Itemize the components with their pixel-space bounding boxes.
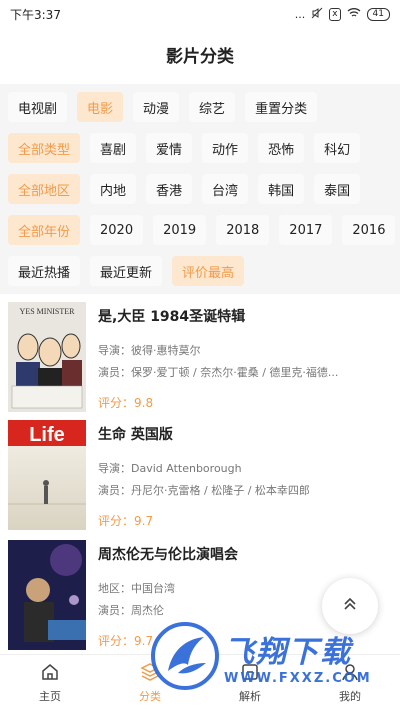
filter-row-category: 电视剧 电影 动漫 综艺 重置分类 — [0, 92, 400, 124]
home-icon — [40, 662, 60, 685]
movie-poster: YES MINISTER — [8, 302, 86, 412]
movie-item[interactable]: Life 生命 英国版 导演：David Attenborough 演员：丹尼尔… — [0, 420, 400, 538]
movie-item[interactable]: YES MINISTER 是,大臣 1984圣诞特辑 导演：彼得·惠特莫尔 演员… — [0, 302, 400, 420]
nav-label: 主页 — [39, 689, 61, 703]
filter-chip[interactable]: 最近更新 — [90, 256, 163, 286]
status-time: 下午3:37 — [10, 7, 61, 22]
filter-chip[interactable]: 电影 — [77, 92, 124, 122]
double-chevron-up-icon — [341, 595, 359, 617]
filter-row-region: 全部地区 内地 香港 台湾 韩国 泰国 — [0, 174, 400, 206]
filter-chip[interactable]: 2016 — [342, 215, 396, 245]
status-icons: ... x 41 — [295, 7, 390, 22]
filter-panel: 电视剧 电影 动漫 综艺 重置分类 全部类型 喜剧 爱情 动作 恐怖 科幻 全部地区 内地 香港 台湾韩… — [0, 84, 400, 294]
movie-director: 导演：David Attenborough — [98, 462, 242, 475]
watermark-url: WWW.FXXZ.COM — [224, 670, 372, 686]
movie-title: 生命 英国版 — [98, 427, 173, 443]
filter-chip[interactable]: 重置分类 — [245, 92, 318, 122]
movie-director: 导演：彼得·惠特莫尔 — [98, 344, 201, 357]
movie-cast: 演员：保罗·爱丁顿 / 奈杰尔·霍桑 / 德里克·福德... — [98, 366, 339, 379]
filter-chip[interactable]: 爱情 — [146, 133, 193, 163]
filter-row-genre: 全部类型 喜剧 爱情 动作 恐怖 科幻 — [0, 133, 400, 165]
movie-score: 评分：9.7 — [98, 634, 154, 648]
movie-title: 周杰伦无与伦比演唱会 — [98, 547, 238, 563]
filter-chip[interactable]: 全部类型 — [8, 133, 81, 163]
page-title: 影片分类 — [166, 46, 234, 67]
filter-chip[interactable]: 台湾 — [202, 174, 249, 204]
movie-title: 是,大臣 1984圣诞特辑 — [98, 309, 246, 325]
filter-chip[interactable]: 香港 — [146, 174, 193, 204]
filter-chip[interactable]: 评价最高 — [172, 256, 245, 286]
filter-chip[interactable]: 综艺 — [189, 92, 236, 122]
filter-chip[interactable]: 动作 — [202, 133, 249, 163]
filter-chip[interactable]: 动漫 — [133, 92, 180, 122]
poster-text: Life — [29, 424, 65, 446]
filter-chip[interactable]: 2018 — [216, 215, 270, 245]
filter-chip[interactable]: 韩国 — [258, 174, 305, 204]
watermark-logo-icon — [151, 622, 219, 690]
filter-chip[interactable]: 2017 — [279, 215, 333, 245]
nav-item-0[interactable]: 主页 — [0, 655, 100, 710]
movie-cast: 演员：丹尼尔·克雷格 / 松隆子 / 松本幸四郎 — [98, 484, 310, 497]
filter-chip[interactable]: 2020 — [90, 215, 144, 245]
mute-icon — [311, 7, 323, 22]
movie-score: 评分：9.7 — [98, 514, 154, 528]
filter-chip[interactable]: 内地 — [90, 174, 137, 204]
filter-chip[interactable]: 最近热播 — [8, 256, 81, 286]
filter-chip[interactable]: 全部地区 — [8, 174, 81, 204]
filter-chip[interactable]: 科幻 — [314, 133, 361, 163]
filter-chip[interactable]: 恐怖 — [258, 133, 305, 163]
status-bar: 下午3:37 ... x 41 — [0, 0, 400, 28]
wifi-icon — [347, 7, 361, 21]
signal-dots: ... — [294, 7, 306, 21]
sim-icon: x — [329, 7, 341, 21]
watermark: 飞翔下载 WWW.FXXZ.COM — [150, 616, 390, 696]
filter-chip[interactable]: 全部年份 — [8, 215, 81, 245]
filter-chip[interactable]: 2019 — [153, 215, 207, 245]
watermark-text: 飞翔下载 — [224, 634, 352, 670]
filter-row-year: 全部年份 2020 2019 2018 2017 2016 — [0, 215, 400, 247]
battery-icon: 41 — [366, 7, 390, 21]
movie-poster — [8, 540, 86, 650]
poster-text: YES MINISTER — [20, 307, 76, 316]
filter-chip[interactable]: 电视剧 — [8, 92, 68, 122]
movie-poster: Life — [8, 420, 86, 530]
filter-chip[interactable]: 喜剧 — [90, 133, 137, 163]
movie-score: 评分：9.8 — [98, 396, 154, 410]
filter-chip[interactable]: 泰国 — [314, 174, 361, 204]
filter-row-sort: 最近热播 最近更新 评价最高 — [0, 256, 400, 288]
page-title-bar: 影片分类 — [0, 28, 400, 80]
